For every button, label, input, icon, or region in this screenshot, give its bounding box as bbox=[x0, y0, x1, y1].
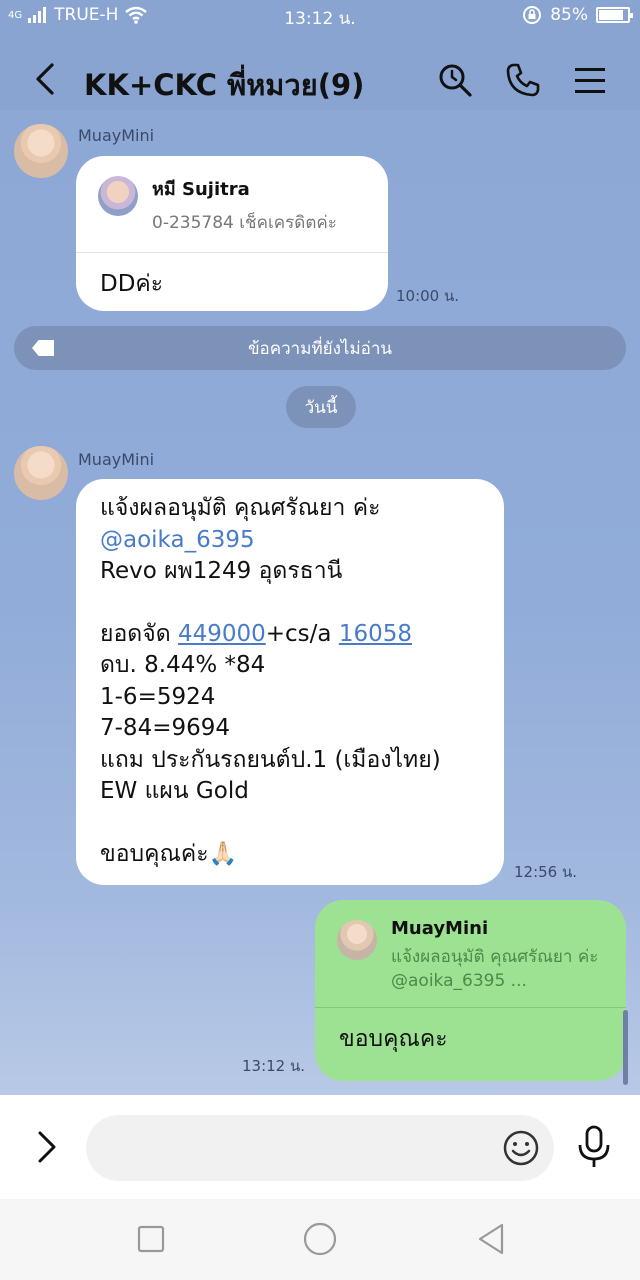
amount-mid: +cs/a bbox=[265, 620, 339, 647]
avatar bbox=[337, 920, 377, 960]
chat-area[interactable]: MuayMini หมี Sujitra 0-235784 เช็คเครดิต… bbox=[0, 110, 640, 1095]
message-line: Revo ผพ1249 อุดรธานี bbox=[100, 558, 343, 584]
home-icon[interactable] bbox=[302, 1221, 338, 1257]
message-line: แจ้งผลอนุมัติ คุณศรัณยา ค่ะ bbox=[100, 495, 381, 521]
date-chip: วันนี้ bbox=[286, 386, 356, 428]
message-time: 10:00 น. bbox=[396, 287, 460, 305]
message-bubble[interactable]: หมี Sujitra 0-235784 เช็คเครดิตค่ะ DDค่ะ bbox=[76, 156, 388, 311]
avatar[interactable] bbox=[14, 446, 68, 500]
chevron-right-icon[interactable] bbox=[30, 1127, 62, 1167]
reply-preview[interactable]: หมี Sujitra 0-235784 เช็คเครดิตค่ะ bbox=[76, 156, 388, 236]
message-input[interactable] bbox=[86, 1115, 554, 1181]
message-text: ขอบคุณคะ bbox=[339, 1026, 448, 1052]
mention-link[interactable]: @aoika_6395 bbox=[100, 525, 480, 557]
tag-icon bbox=[32, 340, 54, 356]
message-details: ดบ. 8.44% *84 1-6=5924 7-84=9694 แถม ประ… bbox=[100, 652, 441, 804]
rotation-lock-icon bbox=[523, 6, 542, 24]
chat-title: KK+CKC พี่หมวย(9) bbox=[84, 68, 365, 102]
reply-sender: หมี Sujitra bbox=[152, 179, 250, 200]
battery-status: 85% bbox=[522, 5, 633, 25]
back-icon[interactable] bbox=[474, 1221, 510, 1257]
message-time: 13:12 น. bbox=[242, 1057, 306, 1075]
input-bar bbox=[0, 1095, 640, 1199]
search-icon[interactable] bbox=[437, 62, 473, 98]
avatar bbox=[98, 176, 138, 216]
emoji-icon[interactable] bbox=[502, 1129, 540, 1167]
cs-link[interactable]: 16058 bbox=[339, 621, 412, 647]
battery-percent: 85% bbox=[550, 5, 588, 25]
unread-label: ข้อความที่ยังไม่อ่าน bbox=[247, 338, 393, 359]
back-arrow-icon[interactable] bbox=[30, 62, 64, 96]
system-nav-bar bbox=[0, 1199, 640, 1280]
phone-icon[interactable] bbox=[505, 62, 541, 98]
reply-text: 0-235784 เช็คเครดิตค่ะ bbox=[152, 213, 337, 233]
avatar[interactable] bbox=[14, 124, 68, 178]
message-bubble[interactable]: แจ้งผลอนุมัติ คุณศรัณยา ค่ะ @aoika_6395 … bbox=[76, 479, 504, 885]
unread-divider: ข้อความที่ยังไม่อ่าน bbox=[14, 326, 626, 370]
recent-apps-icon[interactable] bbox=[133, 1221, 169, 1257]
reply-sender: MuayMini bbox=[391, 918, 489, 939]
message-thanks: ขอบคุณค่ะ🙏🏻 bbox=[100, 840, 238, 867]
own-message-bubble[interactable]: MuayMini แจ้งผลอนุมัติ คุณศรัณยา ค่ะ @ao… bbox=[315, 900, 626, 1081]
message-time: 12:56 น. bbox=[514, 863, 578, 881]
message-text: DDค่ะ bbox=[100, 271, 164, 297]
amount-link[interactable]: 449000 bbox=[178, 621, 266, 647]
status-bar: 4G TRUE-H 13:12 น. 85% bbox=[0, 0, 640, 32]
reply-preview[interactable]: MuayMini แจ้งผลอนุมัติ คุณศรัณยา ค่ะ @ao… bbox=[315, 900, 626, 993]
microphone-icon[interactable] bbox=[576, 1125, 612, 1169]
sender-name: MuayMini bbox=[78, 450, 155, 469]
amount-line: ยอดจัด 449000+cs/a 16058 bbox=[100, 619, 480, 651]
amount-prefix: ยอดจัด bbox=[100, 620, 178, 647]
menu-icon[interactable] bbox=[572, 62, 608, 98]
reply-text: แจ้งผลอนุมัติ คุณศรัณยา ค่ะ @aoika_6395 … bbox=[391, 947, 599, 991]
battery-icon bbox=[596, 7, 633, 23]
scrollbar[interactable] bbox=[623, 1010, 628, 1085]
sender-name: MuayMini bbox=[78, 126, 155, 145]
